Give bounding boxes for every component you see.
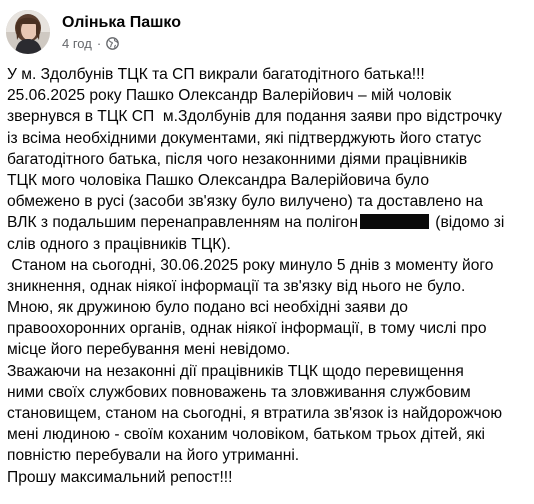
facebook-post: Олінька Пашко 4 год · У м. Здолбунів ТЦК…: [0, 0, 534, 504]
post-line: Прошу максимальний репост!!!: [7, 468, 233, 486]
post-line: мені людиною - своїм коханим чоловіком, …: [7, 426, 485, 444]
post-body: У м. Здолбунів ТЦК та СП викрали багатод…: [7, 64, 529, 488]
post-line: із всіма необхідними документами, які пі…: [7, 129, 482, 147]
post-line: багатодітного батька, після чого незакон…: [7, 150, 468, 168]
post-header: Олінька Пашко 4 год ·: [6, 6, 181, 58]
author-avatar[interactable]: [6, 10, 50, 54]
avatar-photo: [6, 10, 50, 54]
post-line: ними своїх службових повноважень та злов…: [7, 383, 471, 401]
redaction-block: [359, 214, 429, 230]
post-line: ТЦК мого чоловіка Пашко Олександра Валер…: [7, 171, 429, 189]
post-line: зникнення, однак ніякої інформації та зв…: [7, 277, 466, 295]
post-line: 25.06.2025 року Пашко Олександр Валерійо…: [7, 87, 452, 105]
post-line: становищем, станом на сьогодні, я втрати…: [7, 405, 503, 422]
author-name[interactable]: Олінька Пашко: [62, 13, 181, 33]
post-line: обмежено в русі (засоби зв'язку було вил…: [7, 193, 483, 211]
post-line: Зважаючи на незаконні дії працівників ТЦ…: [7, 362, 464, 380]
post-line: повністю перебували на його утриманні.: [7, 447, 300, 465]
post-line: правоохоронних органів, однак ніякої інф…: [7, 320, 487, 338]
post-line: Мною, як дружиною було подано всі необхі…: [7, 299, 408, 317]
post-line: Станом на сьогодні, 30.06.2025 року мину…: [7, 256, 494, 274]
post-subline: 4 год ·: [62, 36, 181, 52]
line-text-after-redaction: (відомо зі: [430, 214, 505, 232]
post-line: місце його перебування мені невідомо.: [7, 341, 291, 359]
globe-icon[interactable]: [106, 37, 120, 50]
line-text: ВЛК з подальшим перенаправленням на полі…: [7, 214, 358, 232]
post-line: слів одного з працівників ТЦК).: [7, 235, 231, 253]
post-line: звернувся в ТЦК СП м.Здолбунів для подан…: [7, 108, 502, 126]
post-meta: Олінька Пашко 4 год ·: [62, 13, 181, 52]
separator-dot: ·: [96, 35, 102, 51]
post-line: У м. Здолбунів ТЦК та СП викрали багатод…: [7, 66, 425, 83]
post-line-with-redaction: ВЛК з подальшим перенаправленням на полі…: [7, 212, 529, 233]
post-time[interactable]: 4 год: [62, 36, 92, 52]
